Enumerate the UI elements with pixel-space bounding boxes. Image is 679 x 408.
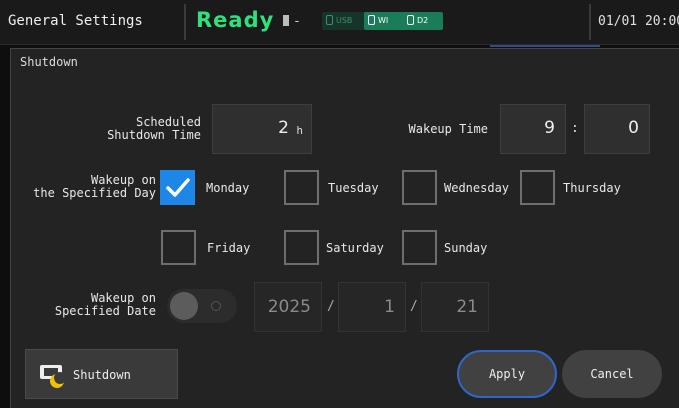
divider	[184, 4, 186, 40]
friday-label: Friday	[207, 241, 251, 255]
battery-indicator: -	[283, 14, 301, 29]
dialog-title: Shutdown	[20, 55, 78, 69]
device-indicator: D2	[403, 12, 443, 30]
day-value: 21	[456, 297, 478, 317]
wakeup-hour-field[interactable]: 9	[500, 104, 566, 154]
wakeup-date-label: Wakeup on Specified Date	[54, 291, 156, 318]
checkmark-icon	[166, 178, 190, 197]
battery-label: -	[293, 14, 301, 29]
tuesday-label: Tuesday	[328, 181, 379, 195]
saturday-label: Saturday	[326, 241, 384, 255]
wednesday-checkbox[interactable]	[402, 170, 437, 205]
time-separator: :	[571, 121, 579, 136]
monday-label: Monday	[206, 181, 250, 195]
usb-indicator: USB	[322, 12, 366, 30]
toggle-off-indicator-icon	[211, 301, 221, 311]
battery-icon	[283, 15, 289, 26]
shutdown-button-label: Shutdown	[73, 368, 131, 382]
tuesday-checkbox[interactable]	[284, 170, 319, 205]
saturday-checkbox[interactable]	[284, 230, 319, 265]
cancel-button[interactable]: Cancel	[562, 350, 662, 398]
wakeup-date-toggle[interactable]	[167, 289, 237, 323]
monday-checkbox[interactable]	[160, 170, 195, 205]
wakeup-time-label: Wakeup Time	[408, 122, 488, 136]
top-bar: General Settings Ready - USB WI D2 01/01…	[0, 0, 679, 45]
hours-unit: h	[296, 124, 303, 137]
month-value: 1	[384, 297, 395, 317]
wednesday-label: Wednesday	[444, 181, 510, 195]
thursday-label: Thursday	[563, 181, 621, 195]
sunday-label: Sunday	[444, 241, 488, 255]
shutdown-moon-icon	[40, 365, 66, 388]
status-label: Ready	[196, 8, 275, 32]
shutdown-button[interactable]: Shutdown	[25, 349, 178, 399]
wakeup-hour-value: 9	[544, 118, 555, 138]
friday-checkbox[interactable]	[161, 230, 196, 265]
year-value: 2025	[267, 297, 311, 317]
datetime: 01/01 20:00	[598, 14, 679, 29]
wakeup-month-field[interactable]: 1	[338, 282, 406, 332]
usb-label: USB	[336, 16, 353, 25]
toggle-knob	[170, 292, 198, 320]
wakeup-day-field[interactable]: 21	[421, 282, 489, 332]
wakeup-year-field[interactable]: 2025	[254, 282, 322, 332]
date-separator: /	[410, 299, 418, 314]
thursday-checkbox[interactable]	[520, 170, 555, 205]
usb-icon	[326, 15, 333, 25]
active-tab-indicator	[490, 45, 600, 47]
date-separator: /	[327, 299, 335, 314]
sunday-checkbox[interactable]	[402, 230, 437, 265]
apply-button[interactable]: Apply	[457, 350, 557, 398]
device-icon	[407, 15, 414, 25]
shutdown-hours-value: 2	[278, 118, 289, 138]
wireless-label: WI	[378, 16, 389, 25]
wakeup-minute-field[interactable]: 0	[584, 104, 650, 154]
wakeup-day-label: Wakeup on the Specified Day	[33, 173, 156, 200]
app-title: General Settings	[8, 13, 143, 29]
divider	[589, 4, 591, 40]
scheduled-shutdown-label: Scheduled Shutdown Time	[107, 115, 201, 142]
shutdown-hours-field[interactable]: 2 h	[212, 104, 312, 154]
device-label: D2	[417, 16, 429, 25]
wireless-icon	[368, 15, 375, 25]
wakeup-minute-value: 0	[628, 118, 639, 138]
wireless-indicator: WI	[364, 12, 406, 30]
